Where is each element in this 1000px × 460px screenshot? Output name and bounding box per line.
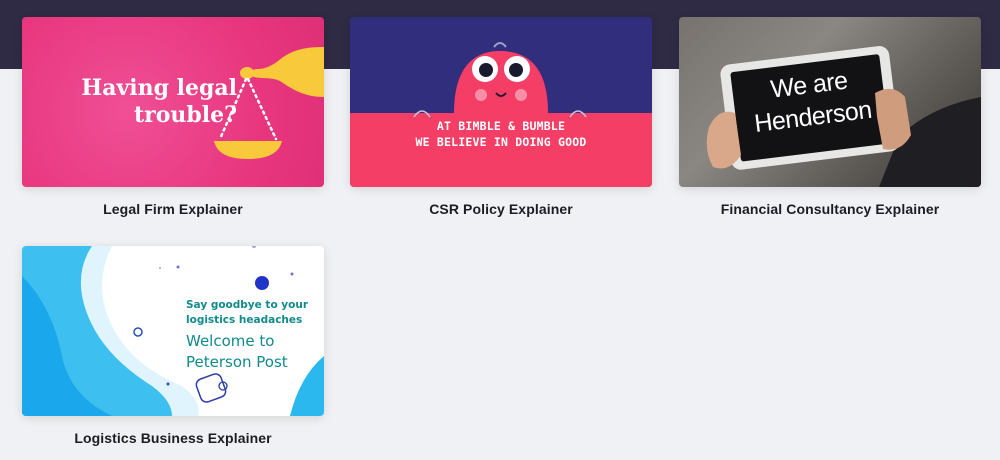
thumbnail-headline: Having legal trouble? <box>77 75 237 129</box>
template-thumbnail[interactable]: Say goodbye to your logistics headaches … <box>22 246 324 416</box>
welcome-line-2: Peterson Post <box>186 353 288 371</box>
template-thumbnail[interactable]: Having legal trouble? <box>22 17 324 187</box>
headline-line-2: trouble? <box>133 102 237 128</box>
thumbnail-welcome: Welcome to Peterson Post <box>186 331 324 373</box>
thumbnail-slogan: AT BIMBLE & BUMBLE WE BELIEVE IN DOING G… <box>350 118 652 150</box>
template-thumbnail[interactable]: AT BIMBLE & BUMBLE WE BELIEVE IN DOING G… <box>350 17 652 187</box>
slogan-line-2: WE BELIEVE IN DOING GOOD <box>415 135 587 149</box>
template-card-legal-firm[interactable]: Having legal trouble? Legal Firm Explain… <box>22 17 324 217</box>
slogan-line-1: AT BIMBLE & BUMBLE <box>436 119 566 133</box>
template-title[interactable]: Legal Firm Explainer <box>22 201 324 217</box>
template-card-csr-policy[interactable]: AT BIMBLE & BUMBLE WE BELIEVE IN DOING G… <box>350 17 652 217</box>
template-thumbnail[interactable]: We are Henderson <box>679 17 981 187</box>
template-title[interactable]: CSR Policy Explainer <box>350 201 652 217</box>
thumbnail-tagline: Say goodbye to your logistics headaches <box>186 299 309 326</box>
headline-line-1: Having legal <box>81 75 237 101</box>
template-card-logistics-business[interactable]: Say goodbye to your logistics headaches … <box>22 246 324 446</box>
template-title[interactable]: Logistics Business Explainer <box>22 430 324 446</box>
welcome-line-1: Welcome to <box>186 332 275 350</box>
template-title[interactable]: Financial Consultancy Explainer <box>679 201 981 217</box>
template-card-financial-consultancy[interactable]: We are Henderson Financial Consultancy E… <box>679 17 981 217</box>
monster-character-icon <box>413 42 587 118</box>
